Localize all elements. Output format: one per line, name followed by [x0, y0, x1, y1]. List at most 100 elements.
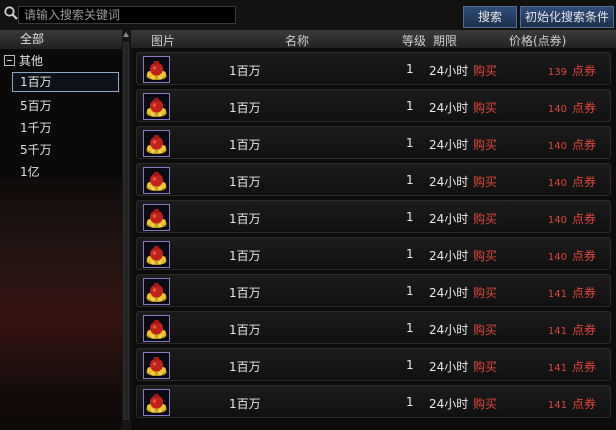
item-price: 141 点券 [548, 358, 596, 375]
buy-button[interactable]: 购买 [473, 173, 497, 190]
price-unit: 点券 [571, 138, 596, 152]
item-name: 1百万 [229, 323, 261, 337]
item-name: 1百万 [229, 360, 261, 374]
reset-search-button[interactable]: 初始化搜索条件 [520, 6, 614, 28]
search-bar: 搜索 初始化搜索条件 [0, 0, 616, 30]
category-scrollbar[interactable] [122, 30, 131, 430]
category-all[interactable]: 全部 [0, 30, 122, 49]
item-period: 24小时 [429, 360, 469, 374]
gold-pouch-icon[interactable] [143, 93, 170, 120]
item-level: 1 [406, 99, 414, 113]
price-unit: 点券 [571, 286, 596, 300]
item-period: 24小时 [429, 249, 469, 263]
item-period: 24小时 [429, 64, 469, 78]
table-row[interactable]: 1百万 1 24小时 购买 141 点券 [136, 311, 611, 344]
item-level: 1 [406, 247, 414, 261]
table-row[interactable]: 1百万 1 24小时 购买 139 点券 [136, 52, 611, 85]
category-panel: 全部 其他 1百万 5百万 1千万 5千万 1亿 [0, 30, 130, 430]
price-unit: 点券 [571, 101, 596, 115]
item-level: 1 [406, 395, 414, 409]
buy-button[interactable]: 购买 [473, 62, 497, 79]
price-unit: 点券 [571, 249, 596, 263]
buy-button[interactable]: 购买 [473, 136, 497, 153]
price-unit: 点券 [571, 397, 596, 411]
category-item-10m[interactable]: 1千万 [16, 118, 118, 138]
table-row[interactable]: 1百万 1 24小时 购买 141 点券 [136, 385, 611, 418]
gold-pouch-icon[interactable] [143, 278, 170, 305]
search-button[interactable]: 搜索 [463, 6, 517, 28]
item-name: 1百万 [229, 212, 261, 226]
category-group-other[interactable]: 其他 [4, 52, 43, 70]
table-row[interactable]: 1百万 1 24小时 购买 140 点券 [136, 126, 611, 159]
category-item-50m[interactable]: 5千万 [16, 140, 118, 160]
item-name: 1百万 [229, 175, 261, 189]
item-price: 139 点券 [548, 62, 596, 79]
item-price: 140 点券 [548, 136, 596, 153]
item-price: 141 点券 [548, 321, 596, 338]
item-level: 1 [406, 358, 414, 372]
category-item-1m[interactable]: 1百万 [12, 72, 119, 92]
item-price: 140 点券 [548, 210, 596, 227]
buy-button[interactable]: 购买 [473, 210, 497, 227]
gold-pouch-icon[interactable] [143, 56, 170, 83]
item-price: 140 点券 [548, 99, 596, 116]
header-price[interactable]: 价格(点券) [509, 32, 566, 49]
buy-button[interactable]: 购买 [473, 284, 497, 301]
table-row[interactable]: 1百万 1 24小时 购买 141 点券 [136, 274, 611, 307]
item-name: 1百万 [229, 286, 261, 300]
scroll-thumb[interactable] [123, 42, 129, 420]
price-value: 140 [547, 178, 567, 189]
table-row[interactable]: 1百万 1 24小时 购买 140 点券 [136, 237, 611, 270]
item-level: 1 [406, 284, 414, 298]
buy-button[interactable]: 购买 [473, 395, 497, 412]
item-period: 24小时 [429, 175, 469, 189]
price-unit: 点券 [571, 212, 596, 226]
gold-pouch-icon[interactable] [143, 389, 170, 416]
collapse-icon[interactable] [4, 55, 15, 66]
item-name: 1百万 [229, 64, 261, 78]
buy-button[interactable]: 购买 [473, 321, 497, 338]
header-level: 等级 [402, 34, 427, 48]
price-unit: 点券 [571, 360, 596, 374]
item-price: 140 点券 [548, 173, 596, 190]
item-name: 1百万 [229, 249, 261, 263]
item-period: 24小时 [429, 101, 469, 115]
gold-pouch-icon[interactable] [143, 167, 170, 194]
gold-pouch-icon[interactable] [143, 352, 170, 379]
item-list: 图片 名称 等级 期限 价格(点券) 1百万 1 24小时 购买 139 点券 1百万 1 24… [131, 30, 616, 430]
table-header: 图片 名称 等级 期限 价格(点券) [131, 30, 616, 48]
search-input[interactable] [18, 6, 236, 24]
table-row[interactable]: 1百万 1 24小时 购买 140 点券 [136, 163, 611, 196]
gold-pouch-icon[interactable] [143, 130, 170, 157]
table-row[interactable]: 1百万 1 24小时 购买 140 点券 [136, 89, 611, 122]
item-name: 1百万 [229, 397, 261, 411]
category-item-5m[interactable]: 5百万 [16, 96, 118, 116]
price-value: 140 [547, 252, 567, 263]
gold-pouch-icon[interactable] [143, 204, 170, 231]
buy-button[interactable]: 购买 [473, 358, 497, 375]
header-image: 图片 [151, 34, 176, 48]
table-row[interactable]: 1百万 1 24小时 购买 141 点券 [136, 348, 611, 381]
price-value: 141 [547, 289, 567, 300]
price-unit: 点券 [571, 64, 596, 78]
background-art [0, 180, 130, 430]
price-value: 141 [547, 400, 567, 411]
item-level: 1 [406, 173, 414, 187]
item-period: 24小时 [429, 397, 469, 411]
category-item-100m[interactable]: 1亿 [16, 162, 118, 182]
price-value: 140 [547, 104, 567, 115]
price-unit: 点券 [571, 175, 596, 189]
price-value: 140 [547, 215, 567, 226]
table-row[interactable]: 1百万 1 24小时 购买 140 点券 [136, 200, 611, 233]
item-price: 141 点券 [548, 284, 596, 301]
item-price: 140 点券 [548, 247, 596, 264]
price-value: 141 [547, 363, 567, 374]
gold-pouch-icon[interactable] [143, 241, 170, 268]
buy-button[interactable]: 购买 [473, 99, 497, 116]
item-name: 1百万 [229, 101, 261, 115]
scroll-up-icon[interactable] [123, 32, 129, 37]
buy-button[interactable]: 购买 [473, 247, 497, 264]
header-period: 期限 [433, 34, 458, 48]
gold-pouch-icon[interactable] [143, 315, 170, 342]
price-unit: 点券 [571, 323, 596, 337]
